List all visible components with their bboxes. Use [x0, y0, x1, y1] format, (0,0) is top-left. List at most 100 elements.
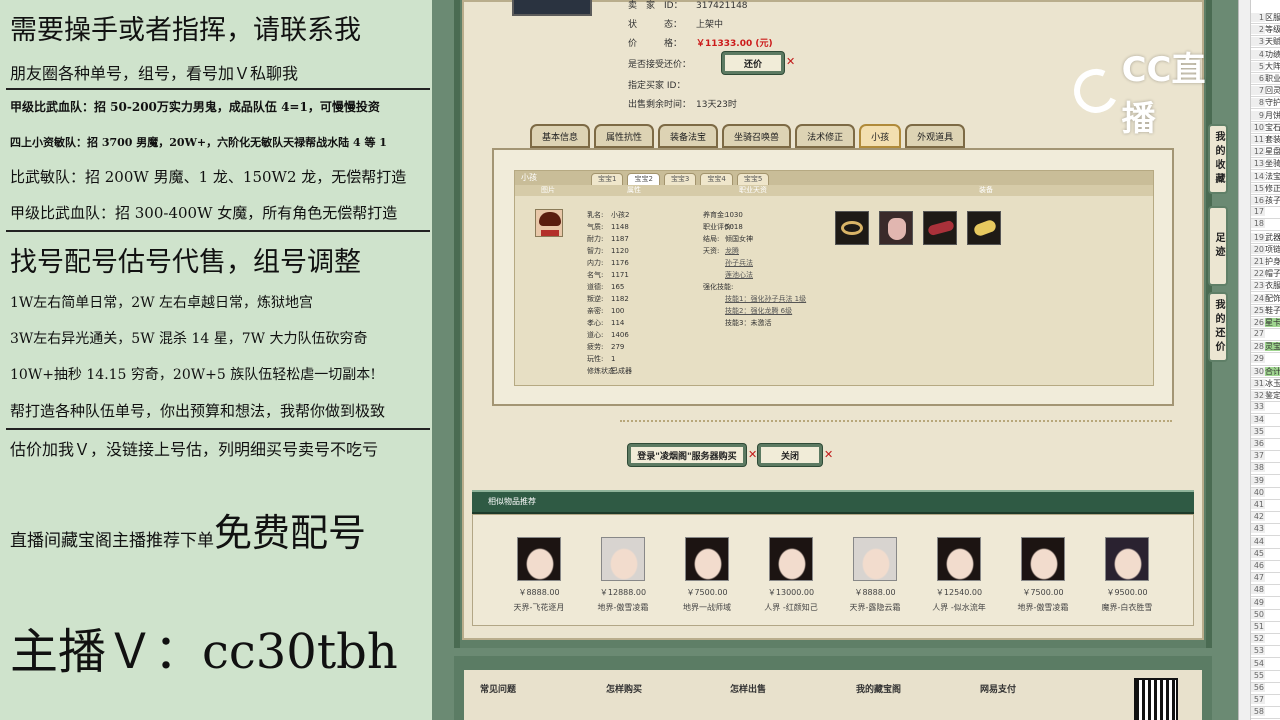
- sheet-row[interactable]: 27: [1251, 329, 1280, 342]
- footer-how-buy[interactable]: 怎样购买: [606, 682, 642, 695]
- sheet-row[interactable]: 49: [1251, 597, 1280, 610]
- tab-4[interactable]: 法术修正: [795, 124, 856, 148]
- character-avatar[interactable]: [769, 537, 813, 581]
- row-cell[interactable]: 星卡: [1265, 318, 1280, 327]
- row-cell[interactable]: 星盘: [1265, 147, 1280, 156]
- scroll-icon[interactable]: [923, 211, 957, 245]
- recommend-item[interactable]: ￥8888.00 天界-飞花逐月: [497, 537, 581, 613]
- recommend-item[interactable]: ￥7500.00 地界-傲雪凌霜: [1001, 537, 1085, 613]
- bracelet-icon[interactable]: [835, 211, 869, 245]
- talent-link[interactable]: 莲池心法: [725, 271, 753, 279]
- row-cell[interactable]: 大阵: [1265, 62, 1280, 71]
- character-avatar[interactable]: [685, 537, 729, 581]
- talent-link[interactable]: 孙子兵法: [725, 259, 753, 267]
- sheet-row[interactable]: 57: [1251, 695, 1280, 708]
- sheet-row[interactable]: 54: [1251, 658, 1280, 671]
- sheet-row[interactable]: 26星卡: [1251, 317, 1280, 329]
- row-cell[interactable]: 等级: [1265, 25, 1280, 34]
- sheet-row[interactable]: 43: [1251, 524, 1280, 537]
- sheet-row[interactable]: 41: [1251, 500, 1280, 512]
- tab-3[interactable]: 坐骑召唤兽: [722, 124, 792, 148]
- counter-offer-button[interactable]: 还价: [722, 52, 784, 74]
- recommend-item[interactable]: ￥9500.00 魔界-白衣胜雪: [1085, 537, 1169, 613]
- row-cell[interactable]: 功绩: [1265, 50, 1280, 59]
- sheet-row[interactable]: 30合计: [1251, 366, 1280, 378]
- row-cell[interactable]: 守护: [1265, 98, 1280, 107]
- row-cell[interactable]: 灵宝: [1265, 342, 1280, 352]
- sheet-row[interactable]: 17: [1251, 207, 1280, 220]
- row-cell[interactable]: 回灵: [1265, 86, 1280, 95]
- sheet-row[interactable]: 55: [1251, 670, 1280, 683]
- sheet-row[interactable]: 45: [1251, 548, 1280, 561]
- sheet-row[interactable]: 38: [1251, 463, 1280, 476]
- row-cell[interactable]: 套装: [1265, 135, 1280, 144]
- sheet-row[interactable]: 53: [1251, 646, 1280, 659]
- sheet-row[interactable]: 5大阵: [1251, 61, 1280, 73]
- footer-netease-pay[interactable]: 网易支付: [980, 682, 1016, 695]
- talent-link[interactable]: 技能1：强化孙子兵法 1级: [725, 295, 806, 303]
- sheet-row[interactable]: 58: [1251, 707, 1280, 720]
- sheet-row[interactable]: 12星盘: [1251, 146, 1280, 159]
- sheet-row[interactable]: 47: [1251, 573, 1280, 586]
- sheet-row[interactable]: 10宝石: [1251, 122, 1280, 134]
- sheet-row[interactable]: 52: [1251, 634, 1280, 647]
- close-button[interactable]: 关闭: [758, 444, 822, 466]
- talent-link[interactable]: 技能2：强化龙腾 6级: [725, 307, 792, 315]
- sheet-row[interactable]: 14法宝: [1251, 171, 1280, 183]
- recommend-item[interactable]: ￥7500.00 地界一战师域: [665, 537, 749, 613]
- row-cell[interactable]: 宝石: [1265, 123, 1280, 132]
- sheet-row[interactable]: 3天赋: [1251, 36, 1280, 49]
- sheet-row[interactable]: 18: [1251, 219, 1280, 232]
- sheet-row[interactable]: 23衣服: [1251, 280, 1280, 293]
- row-cell[interactable]: 配饰: [1265, 294, 1280, 303]
- sheet-row[interactable]: 8守护: [1251, 97, 1280, 110]
- row-cell[interactable]: 孩子: [1265, 196, 1280, 205]
- row-cell[interactable]: 护身: [1265, 257, 1280, 266]
- sheet-row[interactable]: 50: [1251, 609, 1280, 622]
- sheet-row[interactable]: 36: [1251, 439, 1280, 451]
- row-cell[interactable]: 鞋子: [1265, 306, 1280, 315]
- character-avatar[interactable]: [517, 537, 561, 581]
- row-cell[interactable]: 帽子: [1265, 269, 1280, 278]
- recommend-item[interactable]: ￥8888.00 天界-露隐云霜: [833, 537, 917, 613]
- sheet-row[interactable]: 56: [1251, 683, 1280, 695]
- footer-my-pavilion[interactable]: 我的藏宝阁: [856, 682, 901, 695]
- row-cell[interactable]: 职业: [1265, 74, 1280, 83]
- sheet-row[interactable]: 35: [1251, 426, 1280, 439]
- character-avatar[interactable]: [1105, 537, 1149, 581]
- character-avatar[interactable]: [601, 537, 645, 581]
- row-cell[interactable]: 区服: [1265, 13, 1280, 22]
- row-cell[interactable]: 合计: [1265, 366, 1280, 376]
- sheet-row[interactable]: 20项链: [1251, 244, 1280, 256]
- tab-1[interactable]: 属性抗性: [594, 124, 655, 148]
- row-cell[interactable]: 天赋: [1265, 37, 1280, 46]
- row-cell[interactable]: 鉴定: [1265, 391, 1280, 400]
- sheet-row[interactable]: 4功绩: [1251, 49, 1280, 61]
- sheet-row[interactable]: 42: [1251, 512, 1280, 525]
- footer-faq[interactable]: 常见问题: [480, 682, 516, 695]
- sheet-row[interactable]: 25鞋子: [1251, 305, 1280, 317]
- row-cell[interactable]: 项链: [1265, 245, 1280, 254]
- tab-2[interactable]: 装备法宝: [658, 124, 719, 148]
- talent-link[interactable]: 龙腾: [725, 247, 739, 255]
- row-cell[interactable]: 月饼: [1265, 111, 1280, 120]
- sheet-row[interactable]: 48: [1251, 585, 1280, 598]
- sheet-row[interactable]: 29: [1251, 353, 1280, 366]
- tab-0[interactable]: 基本信息: [530, 124, 591, 148]
- sheet-row[interactable]: 34: [1251, 414, 1280, 427]
- recommend-item[interactable]: ￥13000.00 人界 -红颜知己: [749, 537, 833, 613]
- character-avatar[interactable]: [937, 537, 981, 581]
- sheet-row[interactable]: 6职业: [1251, 73, 1280, 85]
- row-cell[interactable]: 衣服: [1265, 281, 1280, 290]
- row-cell[interactable]: 修正: [1265, 184, 1280, 193]
- side-tab-my-offers[interactable]: 我的还价: [1208, 292, 1228, 362]
- row-cell[interactable]: 法宝: [1265, 172, 1280, 181]
- recommend-item[interactable]: ￥12888.00 地界-傲雪凌霜: [581, 537, 665, 613]
- sheet-row[interactable]: 31冰玉: [1251, 378, 1280, 390]
- row-cell[interactable]: 坐骑: [1265, 159, 1280, 168]
- recommend-item[interactable]: ￥12540.00 人界 -似水流年: [917, 537, 1001, 613]
- sheet-row[interactable]: 51: [1251, 622, 1280, 634]
- sheet-row[interactable]: 44: [1251, 536, 1280, 549]
- pouch-icon[interactable]: [879, 211, 913, 245]
- sheet-row[interactable]: 33: [1251, 402, 1280, 415]
